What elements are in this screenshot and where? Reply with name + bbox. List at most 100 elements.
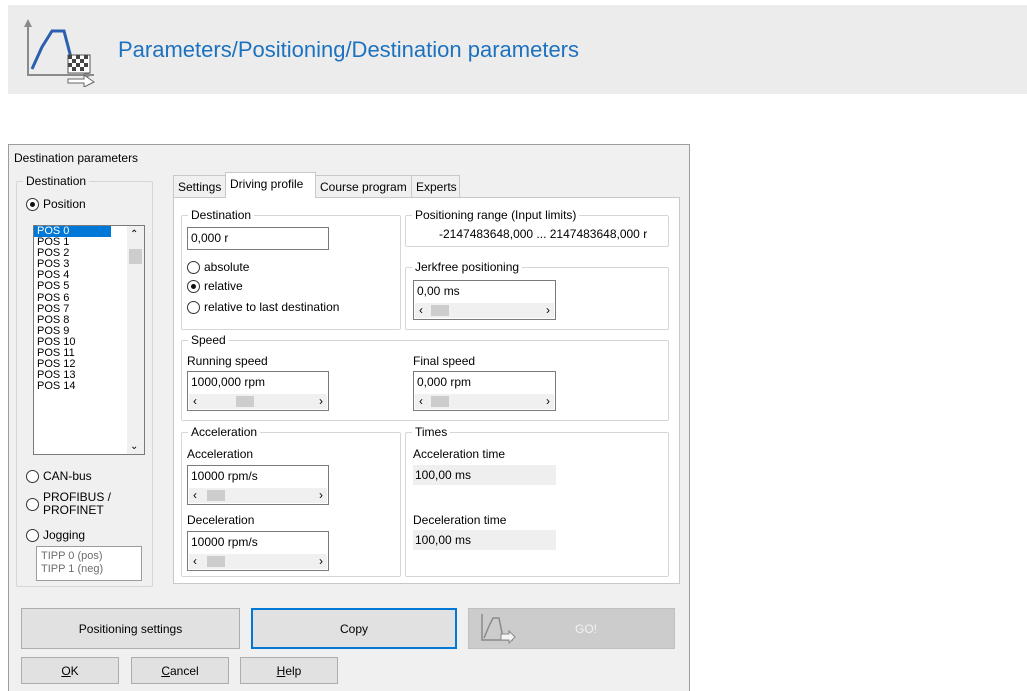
- tab-driving-profile[interactable]: Driving profile: [225, 172, 316, 198]
- tab-course-program[interactable]: Course program: [315, 175, 412, 197]
- running-speed-value: 1000,000 rpm: [191, 375, 266, 389]
- acceleration-value: 10000 rpm/s: [191, 469, 258, 483]
- acceleration-scrollbar[interactable]: ‹ ›: [189, 488, 327, 503]
- radio-unchecked-icon: [26, 528, 39, 542]
- times-caption: Times: [412, 425, 451, 439]
- dialog-title: Destination parameters: [14, 151, 139, 165]
- destination-parameters-dialog: Destination parameters Destination Posit…: [8, 144, 690, 691]
- radio-checked-icon: [26, 197, 39, 211]
- radio-unchecked-icon: [187, 300, 200, 314]
- running-speed-label: Running speed: [187, 354, 268, 368]
- go-label: GO!: [575, 621, 598, 636]
- chevron-right-icon[interactable]: ›: [546, 303, 550, 318]
- scrollbar-thumb[interactable]: [129, 249, 142, 264]
- page-title: Parameters/Positioning/Destination param…: [118, 37, 580, 62]
- relative-last-radio[interactable]: relative to last destination: [187, 300, 339, 314]
- deceleration-label: Deceleration: [187, 513, 255, 527]
- chevron-left-icon[interactable]: ‹: [419, 394, 423, 409]
- list-item[interactable]: TIPP 0 (pos): [41, 550, 141, 563]
- cancel-label-rest: ancel: [169, 663, 199, 678]
- scrollbar-thumb[interactable]: [431, 396, 449, 407]
- jerkfree-scrollbar[interactable]: ‹ ›: [415, 303, 554, 318]
- header-banner: Parameters/Positioning/Destination param…: [8, 5, 1027, 94]
- deceleration-time-label: Deceleration time: [413, 513, 507, 527]
- chevron-up-icon[interactable]: ⌃: [130, 229, 138, 240]
- copy-button[interactable]: Copy: [251, 608, 457, 649]
- help-mnemonic: H: [276, 663, 286, 678]
- scrollbar-thumb[interactable]: [236, 396, 254, 407]
- radio-unchecked-icon: [26, 469, 39, 483]
- jerkfree-value: 0,00 ms: [417, 284, 460, 298]
- acceleration-time-label: Acceleration time: [413, 447, 506, 461]
- deceleration-value: 10000 rpm/s: [191, 535, 258, 549]
- chevron-right-icon[interactable]: ›: [319, 554, 323, 569]
- tab-settings[interactable]: Settings: [173, 175, 226, 197]
- running-speed-scrollbar[interactable]: ‹ ›: [189, 394, 327, 409]
- positioning-arrow-icon: [481, 613, 516, 644]
- jerkfree-input[interactable]: 0,00 ms ‹ ›: [413, 280, 556, 320]
- scrollbar-thumb[interactable]: [207, 490, 225, 501]
- chevron-left-icon[interactable]: ‹: [193, 488, 197, 503]
- final-speed-input[interactable]: 0,000 rpm ‹ ›: [413, 371, 556, 411]
- acceleration-caption: Acceleration: [188, 425, 261, 439]
- absolute-label: absolute: [204, 260, 250, 274]
- final-speed-scrollbar[interactable]: ‹ ›: [415, 394, 554, 409]
- cancel-button[interactable]: Cancel: [131, 657, 229, 684]
- list-item[interactable]: TIPP 1 (neg): [41, 563, 141, 576]
- list-item[interactable]: POS 5: [34, 281, 111, 292]
- position-label: Position: [43, 197, 86, 211]
- position-list[interactable]: POS 0 POS 1 POS 2 POS 3 POS 4 POS 5 POS …: [33, 225, 145, 455]
- help-button[interactable]: Help: [240, 657, 338, 684]
- speed-caption: Speed: [188, 333, 229, 347]
- jogging-list[interactable]: TIPP 0 (pos) TIPP 1 (neg): [36, 546, 142, 581]
- destination-input[interactable]: 0,000 r: [187, 227, 329, 250]
- chevron-left-icon[interactable]: ‹: [193, 394, 197, 409]
- chevron-right-icon[interactable]: ›: [319, 394, 323, 409]
- position-radio[interactable]: Position: [26, 197, 86, 211]
- list-item[interactable]: POS 6: [34, 292, 111, 304]
- acceleration-time-value: 100,00 ms: [413, 465, 556, 485]
- absolute-radio[interactable]: absolute: [187, 260, 249, 274]
- position-list-scrollbar[interactable]: ⌃ ⌄: [127, 226, 144, 454]
- radio-unchecked-icon: [187, 260, 200, 274]
- relative-radio[interactable]: relative: [187, 279, 243, 293]
- tab-experts[interactable]: Experts: [411, 175, 460, 197]
- relative-last-label: relative to last destination: [204, 300, 340, 314]
- scrollbar-thumb[interactable]: [431, 305, 449, 316]
- chevron-down-icon[interactable]: ⌄: [130, 441, 138, 452]
- deceleration-scrollbar[interactable]: ‹ ›: [189, 554, 327, 569]
- chevron-right-icon[interactable]: ›: [546, 394, 550, 409]
- profibus-radio[interactable]: PROFIBUS / PROFINET: [26, 491, 111, 517]
- positioning-icon: [24, 19, 95, 87]
- radio-checked-icon: [187, 279, 200, 293]
- chevron-left-icon[interactable]: ‹: [193, 554, 197, 569]
- destination-settings-caption: Destination: [188, 208, 255, 222]
- acceleration-input[interactable]: 10000 rpm/s ‹ ›: [187, 465, 329, 505]
- jogging-label: Jogging: [43, 528, 86, 542]
- chevron-right-icon[interactable]: ›: [319, 488, 323, 503]
- list-item[interactable]: POS 14: [34, 381, 111, 392]
- relative-label: relative: [204, 279, 243, 293]
- destination-value: 0,000 r: [191, 231, 229, 245]
- ok-mnemonic: O: [61, 663, 71, 678]
- go-button[interactable]: GO!: [468, 608, 675, 649]
- radio-unchecked-icon: [26, 497, 39, 511]
- profinet-label: PROFINET: [43, 503, 104, 517]
- help-label-rest: elp: [285, 663, 302, 678]
- scrollbar-thumb[interactable]: [207, 556, 225, 567]
- ok-label-rest: K: [70, 663, 79, 678]
- running-speed-input[interactable]: 1000,000 rpm ‹ ›: [187, 371, 329, 411]
- deceleration-input[interactable]: 10000 rpm/s ‹ ›: [187, 531, 329, 571]
- canbus-radio[interactable]: CAN-bus: [26, 469, 92, 483]
- jogging-radio[interactable]: Jogging: [26, 528, 85, 542]
- destination-group-caption: Destination: [23, 174, 90, 188]
- deceleration-time-value: 100,00 ms: [413, 530, 556, 550]
- positioning-range-value: -2147483648,000 ... 2147483648,000 r: [439, 227, 648, 241]
- ok-button[interactable]: OK: [21, 657, 119, 684]
- final-speed-label: Final speed: [413, 354, 476, 368]
- chevron-left-icon[interactable]: ‹: [419, 303, 423, 318]
- jerkfree-caption: Jerkfree positioning: [412, 260, 523, 274]
- positioning-range-caption: Positioning range (Input limits): [412, 208, 580, 222]
- positioning-settings-button[interactable]: Positioning settings: [21, 608, 240, 649]
- cancel-mnemonic: C: [161, 663, 170, 678]
